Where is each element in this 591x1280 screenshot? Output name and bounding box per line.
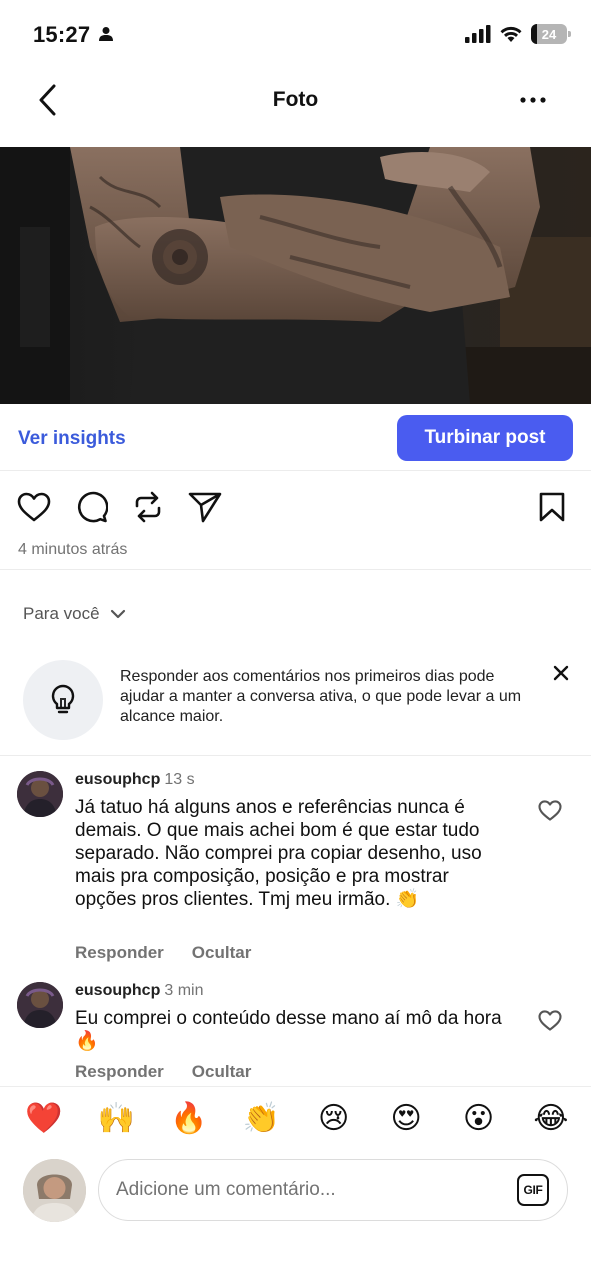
emoji-clapping[interactable]: 👏 <box>241 1099 281 1139</box>
dismiss-tip-button[interactable] <box>549 661 573 685</box>
comment-header: eusouphcp 3 min <box>75 982 203 1000</box>
send-icon <box>188 492 222 523</box>
battery-level: 24 <box>541 26 557 42</box>
boost-post-button[interactable]: Turbinar post <box>397 415 573 461</box>
comment-item: eusouphcp 3 min Eu comprei o conteúdo des… <box>0 982 591 1082</box>
signal-icon <box>465 25 491 43</box>
emoji-surprised[interactable]: 😮 <box>459 1099 499 1139</box>
comment-text: Já tatuo há alguns anos e referências nu… <box>75 797 482 910</box>
repost-icon <box>135 491 161 523</box>
comment-time: 13 s <box>164 771 195 788</box>
bookmark-icon <box>539 492 565 522</box>
heart-icon <box>17 492 51 522</box>
like-button[interactable] <box>16 489 52 525</box>
reply-button[interactable]: Responder <box>75 1062 164 1082</box>
comment-actions: Responder Ocultar <box>75 943 251 963</box>
comment-like-button[interactable] <box>537 798 563 822</box>
emoji-heart[interactable]: ❤️ <box>24 1099 64 1139</box>
comment-text: Eu comprei o conteúdo desse mano aí mô d… <box>75 1008 502 1052</box>
emoji-laughing[interactable]: 😂 <box>531 1099 571 1139</box>
sort-label: Para você <box>23 604 100 623</box>
lightbulb-icon <box>51 684 75 714</box>
quick-emoji-bar: ❤️ 🙌 🔥 👏 😢 😍 😮 😂 <box>0 1099 591 1139</box>
comment-username[interactable]: eusouphcp <box>75 771 160 788</box>
save-button[interactable] <box>534 489 570 525</box>
comment-input[interactable] <box>116 1174 496 1206</box>
status-bar: 15:27 24 <box>0 0 591 70</box>
battery-indicator: 24 <box>531 24 571 44</box>
avatar[interactable] <box>17 771 63 817</box>
comment-username[interactable]: eusouphcp <box>75 982 160 999</box>
emoji-crying[interactable]: 😢 <box>314 1099 354 1139</box>
emoji-raising-hands[interactable]: 🙌 <box>96 1099 136 1139</box>
nav-bar: Foto <box>0 70 591 130</box>
tip-text: Responder aos comentários nos primeiros … <box>120 668 522 725</box>
more-options-button[interactable] <box>515 86 551 114</box>
person-icon <box>99 27 113 41</box>
insights-row: Ver insights Turbinar post <box>0 404 591 471</box>
view-insights-link[interactable]: Ver insights <box>18 428 126 450</box>
tattooed-arms-photo <box>0 147 591 404</box>
comment-item: eusouphcp 13 s Já tatuo há alguns anos e … <box>0 771 591 971</box>
reply-button[interactable]: Responder <box>75 943 164 963</box>
emoji-fire[interactable]: 🔥 <box>169 1099 209 1139</box>
own-avatar-image <box>23 1159 86 1222</box>
status-indicators: 24 <box>465 24 571 44</box>
emoji-heart-eyes[interactable]: 😍 <box>386 1099 426 1139</box>
comments-sort-dropdown[interactable]: Para você <box>23 604 126 624</box>
avatar <box>23 1159 86 1222</box>
comment-button[interactable] <box>74 489 110 525</box>
heart-icon <box>538 799 562 821</box>
wifi-icon <box>500 26 522 42</box>
page-title: Foto <box>272 88 319 111</box>
gif-button[interactable]: GIF <box>517 1174 549 1206</box>
tip-icon-circle <box>23 660 103 740</box>
heart-icon <box>538 1009 562 1031</box>
hide-button[interactable]: Ocultar <box>192 943 252 963</box>
comment-input-box[interactable]: GIF <box>98 1159 568 1221</box>
user-avatar-image <box>17 771 63 817</box>
comment-like-button[interactable] <box>537 1008 563 1032</box>
comment-actions: Responder Ocultar <box>75 1062 251 1082</box>
close-icon <box>553 665 569 681</box>
engagement-tip: Responder aos comentários nos primeiros … <box>0 650 591 756</box>
hide-button[interactable]: Ocultar <box>192 1062 252 1082</box>
avatar[interactable] <box>17 982 63 1028</box>
post-actions <box>0 485 591 529</box>
comment-time: 3 min <box>164 982 204 999</box>
share-button[interactable] <box>187 489 223 525</box>
comment-bubble-icon <box>77 491 108 523</box>
comment-header: eusouphcp 13 s <box>75 771 195 789</box>
more-horizontal-icon <box>520 97 546 103</box>
post-photo[interactable] <box>0 147 591 404</box>
comment-composer-panel: ❤️ 🙌 🔥 👏 😢 😍 😮 😂 GIF <box>0 1086 591 1280</box>
user-avatar-image <box>17 982 63 1028</box>
post-timestamp: 4 minutos atrás <box>18 541 128 558</box>
repost-button[interactable] <box>130 489 166 525</box>
chevron-down-icon <box>110 609 125 619</box>
divider <box>0 569 591 570</box>
status-time: 15:27 <box>33 22 91 47</box>
